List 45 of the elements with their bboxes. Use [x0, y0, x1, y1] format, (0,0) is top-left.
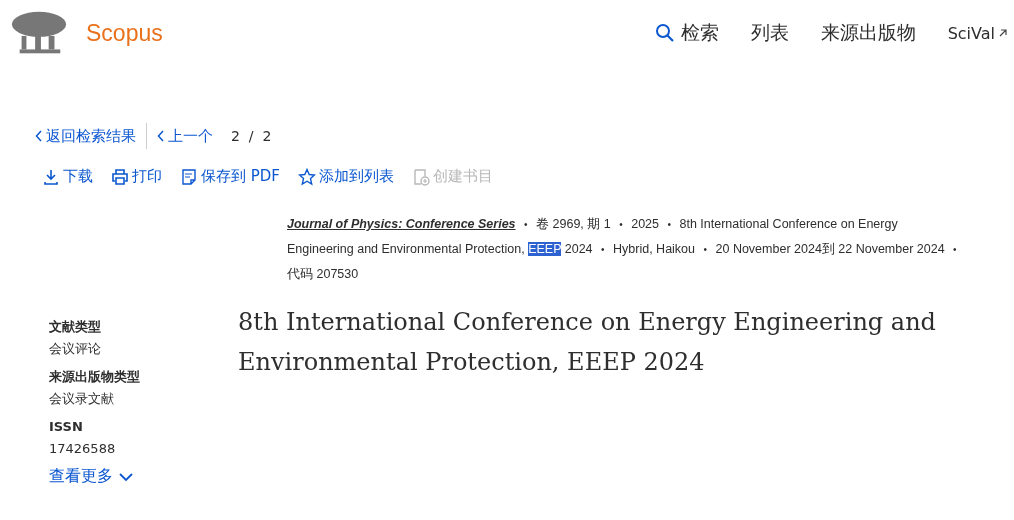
- separator-dot: •: [619, 219, 623, 230]
- nav-link[interactable]: 列表: [750, 20, 789, 46]
- document-add-icon: [412, 167, 430, 186]
- detail-label: 来源出版物类型: [49, 368, 141, 386]
- source-info: 卷 2969, 期 1: [536, 217, 611, 231]
- source-info: 2024: [564, 242, 593, 256]
- source-info: 8th International Conference on Energy: [679, 217, 898, 231]
- nav-link[interactable]: 检索: [654, 20, 719, 46]
- toolbar-button[interactable]: 打印: [111, 167, 162, 186]
- document-icon: [180, 167, 198, 186]
- document-title: 8th International Conference on Energy Engineering and Environmental Protection, EEEP 2024: [238, 307, 937, 378]
- chevron-left-icon: [157, 130, 165, 142]
- journal-link[interactable]: Journal of Physics: Conference Series: [287, 217, 516, 231]
- show-more-link[interactable]: 查看更多: [49, 466, 133, 487]
- toolbar-button[interactable]: 添加到列表: [298, 167, 394, 186]
- nav-link[interactable]: 来源出版物: [820, 20, 916, 46]
- source-info: Engineering and Environmental Protection,: [287, 242, 525, 256]
- source-info: 2025: [631, 217, 659, 231]
- result-position: 2 / 2: [231, 128, 272, 144]
- external-link-icon: [998, 28, 1008, 38]
- separator-dot: •: [703, 244, 708, 255]
- separator-dot: •: [667, 219, 671, 230]
- selected-text: EEEP: [528, 242, 562, 256]
- back-link[interactable]: 返回检索结果: [35, 126, 136, 146]
- detail-value: 17426588: [49, 440, 117, 458]
- detail-value: 会议评论: [49, 340, 102, 358]
- search-icon: [654, 23, 675, 43]
- previous-link[interactable]: 上一个: [157, 126, 213, 146]
- source-info: 20 November 2024到 22 November 2024: [715, 242, 945, 256]
- detail-value: 会议录文献: [49, 390, 115, 408]
- star-icon: [298, 167, 316, 186]
- toolbar-button[interactable]: 下载: [42, 167, 93, 186]
- source-info: Hybrid, Haikou: [613, 242, 696, 256]
- download-icon: [42, 167, 60, 186]
- nav-link[interactable]: SciVal: [947, 23, 1008, 43]
- chevron-down-icon: [119, 471, 133, 482]
- source-info: 代码 207530: [287, 267, 359, 281]
- detail-label: 文献类型: [49, 318, 102, 336]
- separator-dot: •: [601, 244, 605, 255]
- separator-dot: •: [953, 244, 957, 255]
- detail-label: ISSN: [49, 418, 84, 436]
- chevron-left-icon: [35, 130, 43, 142]
- printer-icon: [111, 167, 129, 186]
- toolbar-button[interactable]: 保存到 PDF: [180, 167, 280, 186]
- separator-dot: •: [524, 219, 528, 230]
